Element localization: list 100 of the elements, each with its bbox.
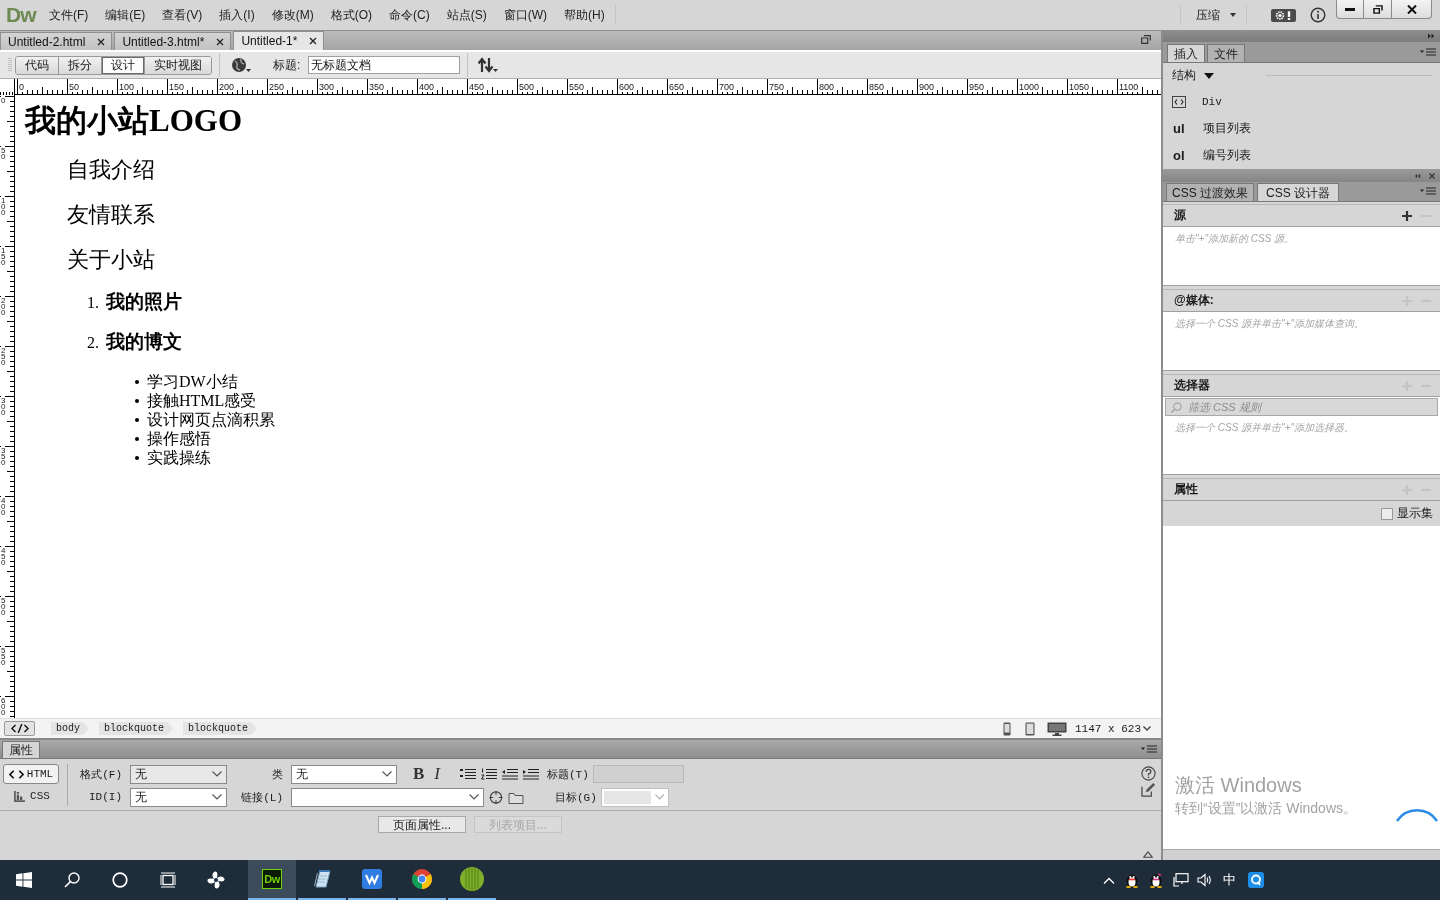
- task-view-icon[interactable]: [160, 872, 176, 888]
- format-label: 格式(F): [79, 767, 122, 782]
- format-select[interactable]: 无: [130, 764, 227, 784]
- menu-item[interactable]: 窗口(W): [503, 6, 547, 24]
- document-tab[interactable]: Untitled-1*: [233, 31, 325, 50]
- monitor-icon[interactable]: [1047, 721, 1067, 736]
- phone-icon[interactable]: [1003, 721, 1011, 736]
- network-icon[interactable]: [1173, 873, 1189, 887]
- crosshair-icon[interactable]: [488, 789, 504, 805]
- close-button[interactable]: [1392, 0, 1432, 19]
- caret-icon: [1204, 72, 1214, 79]
- panel-button[interactable]: 页面属性...: [378, 816, 466, 833]
- panel-tab[interactable]: CSS 设计器: [1257, 183, 1340, 201]
- menu-item[interactable]: 站点(S): [446, 6, 487, 24]
- ruler-label: 750: [769, 82, 786, 92]
- view-button[interactable]: 代码: [16, 56, 59, 74]
- document-tab[interactable]: Untitled-2.html: [0, 32, 113, 50]
- close-icon[interactable]: [216, 37, 225, 46]
- text-style-button[interactable]: B: [411, 765, 427, 783]
- ruler-label: 350: [1, 446, 6, 466]
- list-item-text: 我的照片: [106, 290, 182, 314]
- input-method-indicator[interactable]: 中: [1223, 871, 1236, 889]
- menu-item[interactable]: 插入(I): [219, 6, 255, 24]
- info-icon[interactable]: [1310, 7, 1326, 23]
- ruler-label: 1000: [1019, 82, 1041, 92]
- penguin-icon[interactable]: [1125, 872, 1139, 888]
- menu-item[interactable]: 格式(O): [330, 6, 372, 24]
- restore-button[interactable]: [1364, 0, 1392, 19]
- panel-tab[interactable]: CSS 过渡效果: [1166, 183, 1254, 201]
- mode-button[interactable]: CSS: [3, 786, 59, 806]
- checkbox[interactable]: [1381, 507, 1393, 520]
- panel-menu-icon[interactable]: [1141, 745, 1157, 753]
- view-button[interactable]: 拆分: [59, 56, 102, 74]
- ruler-label: 100: [119, 82, 136, 92]
- filter-field[interactable]: 筛选 CSS 规则: [1165, 398, 1438, 416]
- bar-chart-icon: [12, 790, 28, 802]
- chevron-up-icon[interactable]: [1103, 876, 1115, 884]
- minimize-button[interactable]: [1336, 0, 1364, 19]
- grip-icon[interactable]: [8, 57, 12, 73]
- menu-item[interactable]: 编辑(E): [105, 6, 146, 24]
- workspace-switcher[interactable]: 压缩: [1196, 6, 1236, 24]
- panel-tab[interactable]: 文件: [1207, 44, 1245, 62]
- up-down-arrows-icon[interactable]: [478, 57, 499, 73]
- menu-item[interactable]: 修改(M): [271, 6, 314, 24]
- panel-tab[interactable]: 属性: [2, 741, 40, 758]
- bulleted-list-icon[interactable]: [460, 768, 476, 780]
- ruler-label: 700: [719, 82, 736, 92]
- text-style-button[interactable]: I: [432, 765, 442, 783]
- q-tile-icon[interactable]: [1248, 872, 1264, 888]
- help-icon[interactable]: [1141, 766, 1156, 781]
- tag-breadcrumb[interactable]: blockquote: [183, 722, 258, 735]
- menu-item[interactable]: 命令(C): [389, 6, 430, 24]
- double-chevron-icon[interactable]: [1428, 33, 1435, 39]
- tag-abbreviation: ol: [1173, 148, 1186, 164]
- panel-tab[interactable]: 插入: [1167, 44, 1205, 62]
- title-field[interactable]: 无标题文档: [308, 56, 461, 74]
- view-button[interactable]: 设计: [102, 56, 145, 74]
- penguin-icon[interactable]: [1149, 872, 1163, 888]
- insert-item[interactable]: 编号列表: [1203, 147, 1251, 165]
- link-select[interactable]: [291, 787, 484, 807]
- expand-triangle-icon[interactable]: [1143, 851, 1153, 858]
- tablet-icon[interactable]: [1025, 721, 1035, 736]
- class-select[interactable]: 无: [291, 764, 397, 784]
- tag-breadcrumb[interactable]: body: [51, 722, 89, 735]
- document-tab[interactable]: Untitled-3.html*: [114, 32, 232, 50]
- caret-icon: [212, 771, 222, 777]
- tag-breadcrumb[interactable]: blockquote: [99, 722, 174, 735]
- menu-item[interactable]: 查看(V): [162, 6, 203, 24]
- outdent-icon[interactable]: [502, 768, 518, 780]
- code-view-button[interactable]: [4, 721, 35, 736]
- close-icon[interactable]: [97, 37, 106, 46]
- search-icon: [1171, 402, 1182, 413]
- indent-icon[interactable]: [523, 768, 539, 780]
- windows-logo-icon[interactable]: [16, 872, 32, 888]
- menu-item[interactable]: 帮助(H): [564, 6, 605, 24]
- ruler-label: 1050: [1069, 82, 1091, 92]
- volume-icon[interactable]: [1197, 873, 1213, 887]
- restore-icon[interactable]: [1141, 35, 1151, 44]
- mode-button[interactable]: HTML: [3, 764, 59, 784]
- list-item-text: 操作感悟: [147, 429, 211, 448]
- code-box-icon[interactable]: [1172, 96, 1186, 109]
- ring-icon[interactable]: [112, 872, 128, 888]
- window-size-menu[interactable]: 1147 x 623: [1067, 722, 1161, 735]
- globe-icon[interactable]: [231, 57, 251, 73]
- gear-alert-icon[interactable]: [1271, 8, 1296, 22]
- id-select[interactable]: 无: [130, 787, 227, 807]
- menu-item[interactable]: 文件(F): [49, 6, 89, 24]
- category-dropdown[interactable]: 结构: [1172, 67, 1214, 85]
- id-label: ID(I): [88, 791, 122, 803]
- restore-icon: [1372, 4, 1383, 14]
- insert-item[interactable]: Div: [1202, 96, 1222, 109]
- search-icon[interactable]: [64, 872, 80, 888]
- taskbar-app-button[interactable]: Dw: [248, 860, 296, 900]
- double-chevron-icon[interactable]: [1415, 172, 1421, 179]
- edit-icon[interactable]: [1141, 782, 1156, 797]
- insert-item[interactable]: 项目列表: [1203, 120, 1251, 138]
- view-button[interactable]: 实时视图: [145, 56, 211, 74]
- numbered-list-icon[interactable]: [481, 768, 497, 780]
- close-icon[interactable]: [309, 37, 318, 45]
- plus-icon[interactable]: [1402, 210, 1412, 221]
